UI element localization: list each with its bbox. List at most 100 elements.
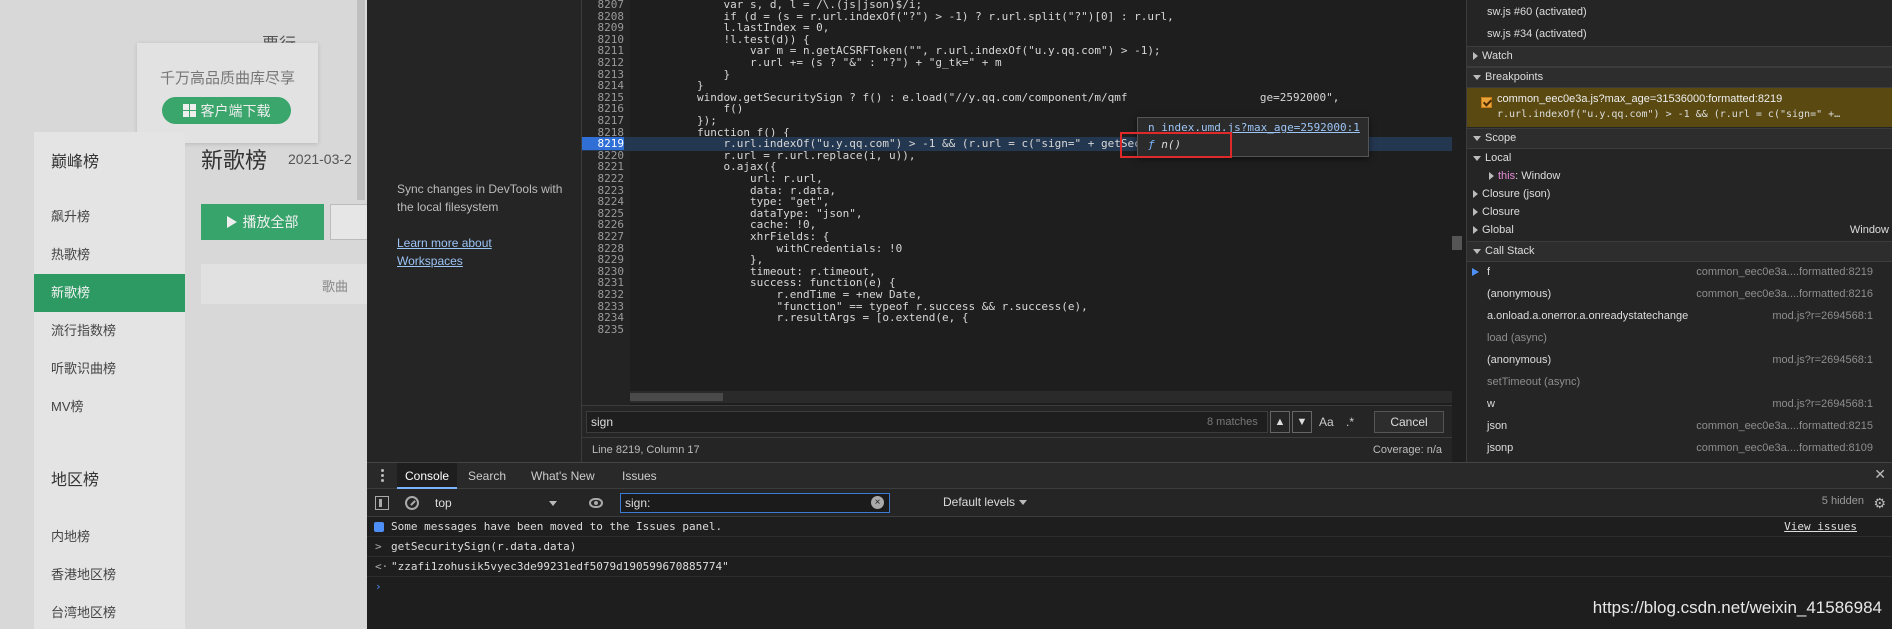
source-editor[interactable]: 8207 var s, d, l = /\.(js|json)$/i; 8208 … (582, 0, 1462, 405)
windows-icon (182, 104, 196, 117)
group-peak-title: 巅峰榜 (51, 154, 100, 171)
frame-location[interactable]: mod.js?r=2694568:1 (1772, 395, 1873, 413)
learn-workspaces-link[interactable]: Learn more about Workspaces (397, 234, 517, 270)
breakpoint-location: common_eec0e3a.js?max_age=31536000:forma… (1497, 93, 1783, 105)
collapse-triangle-icon (1473, 190, 1478, 199)
call-frame[interactable]: json common_eec0e3a....formatted:8215 (1467, 417, 1892, 435)
sidebar-item-song-recognition[interactable]: 听歌识曲榜 (34, 350, 185, 388)
sidebar-item-pop-index[interactable]: 流行指数榜 (34, 312, 185, 350)
cancel-search-button[interactable]: Cancel (1374, 411, 1444, 433)
sidebar-item-mv[interactable]: MV榜 (34, 388, 185, 426)
sidebar-item-hongkong[interactable]: 香港地区榜 (34, 556, 185, 594)
scope-this[interactable]: this: Window (1467, 167, 1892, 185)
tab-console[interactable]: Console (397, 463, 458, 489)
frame-location[interactable]: common_eec0e3a....formatted:8109 (1696, 439, 1873, 457)
console-drawer: Console Search What's New Issues ✕ top s… (367, 462, 1892, 629)
console-info-message: Some messages have been moved to the Iss… (367, 517, 1892, 537)
async-separator: load (async) (1467, 329, 1892, 347)
page-scrollbar[interactable] (357, 0, 365, 200)
frame-location[interactable]: common_eec0e3a....formatted:8219 (1696, 263, 1873, 281)
drawer-tab-bar: Console Search What's New Issues ✕ (367, 463, 1892, 489)
more-menu-icon[interactable] (381, 469, 384, 483)
console-prompt[interactable]: › (367, 577, 1892, 597)
clear-filter-icon[interactable]: × (871, 496, 884, 509)
editor-scroll-thumb[interactable] (630, 393, 723, 401)
editor-horizontal-scrollbar[interactable] (630, 391, 1452, 403)
frame-location[interactable]: common_eec0e3a....formatted:8215 (1696, 417, 1873, 435)
line-number[interactable]: 8235 (582, 323, 625, 336)
call-frame[interactable]: f common_eec0e3a....formatted:8219 (1467, 263, 1892, 281)
play-all-button[interactable]: 播放全部 (201, 204, 324, 240)
call-frame[interactable]: w mod.js?r=2694568:1 (1467, 395, 1892, 413)
call-frame[interactable]: (anonymous) mod.js?r=2694568:1 (1467, 351, 1892, 369)
match-case-button[interactable]: Aa (1319, 415, 1334, 429)
tab-issues[interactable]: Issues (614, 463, 665, 489)
editor-status-bar: Line 8219, Column 17 Coverage: n/a (582, 437, 1452, 462)
call-stack-section-header[interactable]: Call Stack (1467, 241, 1892, 262)
frame-location[interactable]: mod.js?r=2694568:1 (1772, 351, 1873, 369)
expand-triangle-icon (1473, 74, 1481, 80)
coverage-status: Coverage: n/a (1372, 444, 1442, 456)
sidebar-item-new-songs[interactable]: 新歌榜 (34, 274, 185, 312)
call-frame[interactable]: (anonymous) common_eec0e3a....formatted:8… (1467, 285, 1892, 303)
scope-closure-json[interactable]: Closure (json) (1467, 185, 1892, 203)
play-all-label: 播放全部 (242, 214, 299, 230)
webpage-area: 票行 千万高品质曲库尽享 客户端下载 巅峰榜 飙升榜 热歌榜 新歌榜 流行指数榜… (0, 0, 367, 629)
breakpoint-item[interactable]: common_eec0e3a.js?max_age=31536000:forma… (1467, 88, 1892, 127)
clear-console-icon[interactable] (405, 496, 419, 510)
cursor-position: Line 8219, Column 17 (592, 444, 700, 456)
chart-heading: 新歌榜 (201, 148, 268, 173)
chart-date: 2021-03-2 (288, 151, 352, 167)
next-match-button[interactable]: ▼ (1292, 411, 1312, 433)
collapse-triangle-icon (1473, 52, 1478, 61)
scope-section-header[interactable]: Scope (1467, 128, 1892, 149)
close-drawer-icon[interactable]: ✕ (1874, 466, 1886, 483)
source-search-input[interactable] (586, 411, 1268, 433)
log-levels-dropdown[interactable]: Default levels (943, 495, 1028, 509)
gear-icon[interactable]: ⚙ (1873, 495, 1886, 512)
collapse-triangle-icon (1473, 226, 1478, 235)
watch-section-header[interactable]: Watch (1467, 46, 1892, 67)
regex-button[interactable]: .* (1346, 415, 1354, 429)
sync-message: Sync changes in DevTools with the local … (397, 182, 563, 214)
frame-name: jsonp (1487, 442, 1514, 454)
call-frame[interactable]: a.onload.a.onerror.a.onreadystatechange m… (1467, 307, 1892, 325)
scope-closure[interactable]: Closure (1467, 203, 1892, 221)
client-download-button[interactable]: 客户端下载 (162, 97, 291, 124)
frame-location[interactable]: common_eec0e3a....formatted:8216 (1696, 285, 1873, 303)
tab-whats-new[interactable]: What's New (523, 463, 603, 489)
editor-vertical-scroll-thumb[interactable] (1452, 236, 1462, 250)
frame-name: a.onload.a.onerror.a.onreadystatechange (1487, 310, 1689, 322)
sidebar-item-taiwan[interactable]: 台湾地区榜 (34, 594, 185, 629)
annotation-highlight-box (1120, 132, 1232, 158)
context-selector[interactable]: top (435, 493, 565, 513)
console-filter-input[interactable]: sign: (620, 493, 890, 513)
breakpoint-checkbox[interactable] (1481, 97, 1492, 108)
frame-location[interactable]: mod.js?r=2694568:1 (1772, 307, 1873, 325)
thread-item[interactable]: sw.js #34 (activated) (1467, 23, 1892, 45)
scope-global[interactable]: Global Window (1467, 221, 1892, 239)
dropdown-arrow-icon (549, 501, 557, 506)
breakpoints-section-header[interactable]: Breakpoints (1467, 67, 1892, 88)
call-frame[interactable]: jsonp common_eec0e3a....formatted:8109 (1467, 439, 1892, 457)
breakpoint-code: r.url.indexOf("u.y.qq.com") > -1 && (r.u… (1497, 109, 1841, 120)
hidden-messages-count: 5 hidden (1821, 495, 1864, 507)
play-icon (226, 216, 237, 228)
dropdown-arrow-icon (1019, 500, 1028, 506)
code-line[interactable]: 8235 (582, 323, 1452, 337)
tab-search[interactable]: Search (460, 463, 514, 489)
previous-match-button[interactable]: ▲ (1270, 411, 1290, 433)
sidebar-item-mainland[interactable]: 内地榜 (34, 518, 185, 556)
console-sidebar-icon[interactable] (375, 496, 389, 510)
scope-local[interactable]: Local (1467, 149, 1892, 167)
result-prefix: <· (375, 560, 389, 573)
view-issues-link[interactable]: View issues (1784, 517, 1857, 537)
frame-name: json (1487, 420, 1508, 432)
frame-name: setTimeout (async) (1487, 376, 1581, 388)
live-expression-eye-icon[interactable] (589, 498, 603, 508)
sidebar-item-soaring[interactable]: 飙升榜 (34, 198, 185, 236)
secondary-button[interactable] (330, 204, 367, 240)
thread-item[interactable]: sw.js #60 (activated) (1467, 1, 1892, 23)
collapse-triangle-icon (1473, 208, 1478, 217)
sidebar-item-hot[interactable]: 热歌榜 (34, 236, 185, 274)
